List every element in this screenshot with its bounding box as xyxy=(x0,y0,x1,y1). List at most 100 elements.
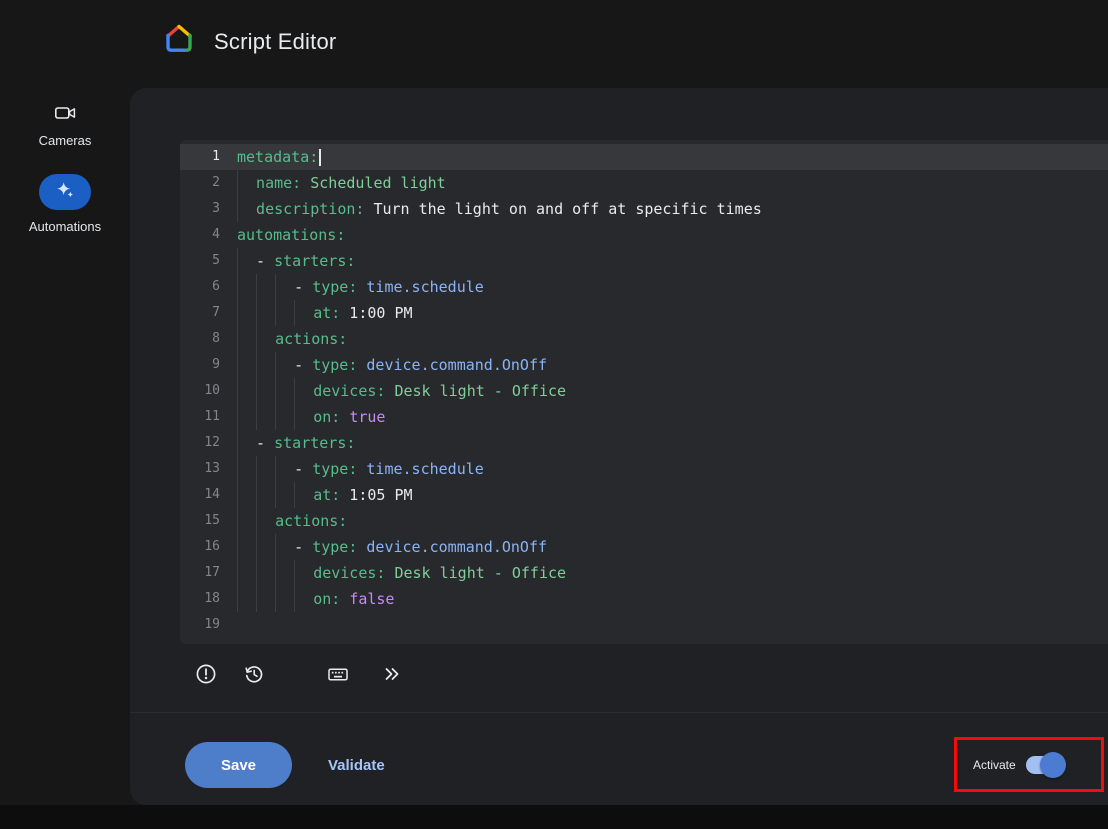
google-home-logo xyxy=(161,21,197,62)
line-number: 2 xyxy=(180,170,220,196)
code-line-content: name: Scheduled light xyxy=(237,170,1108,196)
activate-toggle[interactable] xyxy=(1026,756,1064,774)
token-dash: - xyxy=(294,274,312,300)
sidebar-item-automations[interactable]: Automations xyxy=(29,174,101,234)
problems-icon xyxy=(195,663,217,685)
code-line-15[interactable]: 15actions: xyxy=(180,508,1108,534)
token-dash: - xyxy=(256,430,274,456)
code-line-17[interactable]: 17 devices: Desk light - Office xyxy=(180,560,1108,586)
indent-guide xyxy=(275,456,294,482)
token-key: devices: xyxy=(313,378,385,404)
history-button[interactable] xyxy=(234,654,274,694)
code-line-content: automations: xyxy=(237,222,1108,248)
page-title: Script Editor xyxy=(214,29,336,55)
indent-guide xyxy=(275,534,294,560)
token-key: type: xyxy=(312,352,357,378)
indent-guide xyxy=(294,586,313,612)
indent-guide xyxy=(237,560,256,586)
keyboard-button[interactable] xyxy=(318,654,358,694)
code-line-8[interactable]: 8actions: xyxy=(180,326,1108,352)
indent-guide xyxy=(237,534,256,560)
sidebar-item-cameras[interactable]: Cameras xyxy=(39,102,92,148)
code-line-6[interactable]: 6- type: time.schedule xyxy=(180,274,1108,300)
code-line-content: actions: xyxy=(237,326,1108,352)
token-bool: false xyxy=(349,586,394,612)
line-number: 16 xyxy=(180,534,220,560)
line-number: 19 xyxy=(180,612,220,638)
code-line-content: - starters: xyxy=(237,248,1108,274)
indent-guide xyxy=(237,586,256,612)
code-line-14[interactable]: 14at: 1:05 PM xyxy=(180,482,1108,508)
line-number: 10 xyxy=(180,378,220,404)
token-str: Desk light - Office xyxy=(385,560,566,586)
indent-guide xyxy=(256,586,275,612)
token-key: metadata: xyxy=(237,144,318,170)
token-plain: Turn the light on and off at specific ti… xyxy=(364,196,761,222)
validate-button[interactable]: Validate xyxy=(316,742,397,788)
indent-guide xyxy=(237,300,256,326)
token-dash: - xyxy=(294,534,312,560)
indent-guide xyxy=(237,404,256,430)
camera-icon xyxy=(54,102,76,124)
code-line-9[interactable]: 9- type: device.command.OnOff xyxy=(180,352,1108,378)
keyboard-icon xyxy=(327,663,349,685)
code-line-12[interactable]: 12 - starters: xyxy=(180,430,1108,456)
code-line-content: on: false xyxy=(237,586,1108,612)
code-line-13[interactable]: 13- type: time.schedule xyxy=(180,456,1108,482)
indent-guide xyxy=(256,352,275,378)
header: Script Editor xyxy=(161,21,336,62)
code-line-2[interactable]: 2 name: Scheduled light xyxy=(180,170,1108,196)
code-line-content: - type: device.command.OnOff xyxy=(237,352,1108,378)
code-line-19[interactable]: 19 xyxy=(180,612,1108,638)
editor-card: 1 metadata: 2 name: Scheduled light3descrip… xyxy=(130,88,1108,805)
expand-button[interactable] xyxy=(372,654,412,694)
code-line-content: - type: device.command.OnOff xyxy=(237,534,1108,560)
indent-guide xyxy=(237,352,256,378)
line-number: 7 xyxy=(180,300,220,326)
code-line-11[interactable]: 11on: true xyxy=(180,404,1108,430)
code-line-content: - type: time.schedule xyxy=(237,456,1108,482)
code-line-content: - starters: xyxy=(237,430,1108,456)
problems-button[interactable] xyxy=(186,654,226,694)
token-ident: time.schedule xyxy=(357,274,483,300)
token-plain: 1:05 PM xyxy=(340,482,412,508)
line-number: 3 xyxy=(180,196,220,222)
save-button[interactable]: Save xyxy=(185,742,292,788)
token-dash: - xyxy=(294,456,312,482)
bottom-strip xyxy=(0,805,1108,829)
indent-guide xyxy=(256,404,275,430)
indent-guide xyxy=(237,326,256,352)
line-number: 1 xyxy=(180,144,220,170)
code-line-3[interactable]: 3description: Turn the light on and off … xyxy=(180,196,1108,222)
sidebar-item-label: Cameras xyxy=(39,133,92,148)
code-line-10[interactable]: 10 devices: Desk light - Office xyxy=(180,378,1108,404)
code-line-16[interactable]: 16 - type: device.command.OnOff xyxy=(180,534,1108,560)
code-line-1[interactable]: 1 metadata: xyxy=(180,144,1108,170)
line-number: 17 xyxy=(180,560,220,586)
code-line-content: at: 1:00 PM xyxy=(237,300,1108,326)
line-number: 12 xyxy=(180,430,220,456)
token-key: at: xyxy=(313,300,340,326)
token-key: type: xyxy=(312,534,357,560)
code-line-5[interactable]: 5- starters: xyxy=(180,248,1108,274)
code-line-content: devices: Desk light - Office xyxy=(237,378,1108,404)
indent-guide xyxy=(256,326,275,352)
code-line-content xyxy=(237,612,1108,638)
code-line-4[interactable]: 4automations: xyxy=(180,222,1108,248)
history-icon xyxy=(243,663,265,685)
code-line-content: on: true xyxy=(237,404,1108,430)
code-editor[interactable]: 1 metadata: 2 name: Scheduled light3descrip… xyxy=(180,140,1108,644)
token-key: at: xyxy=(313,482,340,508)
activate-label: Activate xyxy=(973,758,1016,772)
indent-guide xyxy=(275,378,294,404)
token-key: on: xyxy=(313,404,340,430)
indent-guide xyxy=(256,534,275,560)
line-number: 18 xyxy=(180,586,220,612)
indent-guide xyxy=(275,560,294,586)
code-line-7[interactable]: 7 at: 1:00 PM xyxy=(180,300,1108,326)
token-key: devices: xyxy=(313,560,385,586)
token-plain: 1:00 PM xyxy=(340,300,412,326)
token-key: on: xyxy=(313,586,340,612)
code-line-18[interactable]: 18 on: false xyxy=(180,586,1108,612)
sidebar-item-label: Automations xyxy=(29,219,101,234)
